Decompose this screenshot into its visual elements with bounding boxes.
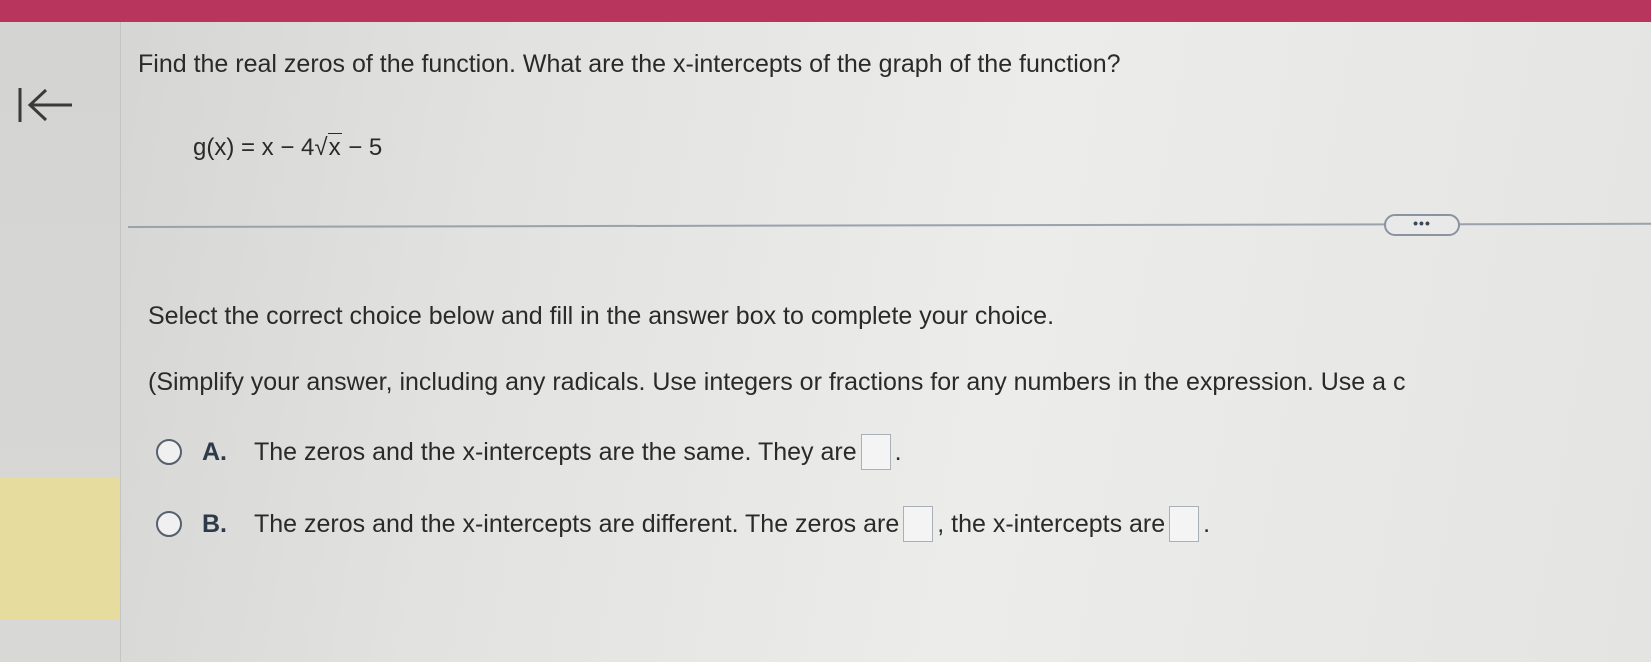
back-to-first-button[interactable] [16,82,78,128]
hint-text: (Simplify your answer, including any rad… [148,368,1406,396]
choice-b-text: The zeros and the x-intercepts are diffe… [254,509,900,538]
question-text: Find the real zeros of the function. Wha… [138,50,1121,78]
choice-b-letter: B. [202,509,227,538]
choice-b[interactable]: B. The zeros and the x-intercepts are di… [156,506,1210,542]
choice-b-radio[interactable] [156,511,182,537]
choice-a-letter: A. [202,437,227,466]
page-background [0,22,1651,662]
choice-a-answer-box[interactable] [860,434,891,470]
choice-b-middle-text: , the x-intercepts are [937,509,1166,538]
choice-a[interactable]: A. The zeros and the x-intercepts are th… [156,434,902,470]
choice-a-radio[interactable] [156,439,182,465]
choice-a-text: The zeros and the x-intercepts are the s… [254,437,857,466]
radicand: x [327,133,342,161]
formula-lhs: g(x) = x − 4 [193,134,315,161]
choice-b-zeros-answer-box[interactable] [903,506,934,542]
ellipsis-icon: ••• [1413,215,1431,231]
function-formula: g(x) = x − 4√x − 5 [193,133,383,162]
top-color-bar [0,0,1651,22]
radical-sign: √ [314,134,328,161]
square-root: √x [314,133,342,162]
formula-rhs: − 5 [341,134,383,161]
more-options-button[interactable]: ••• [1384,214,1460,236]
choice-b-intercepts-answer-box[interactable] [1169,506,1200,542]
first-page-arrow-icon [18,88,72,122]
rail-highlight [0,478,120,620]
choice-a-period: . [894,437,902,466]
choice-b-period: . [1203,509,1211,538]
instruction-text: Select the correct choice below and fill… [148,302,1055,330]
